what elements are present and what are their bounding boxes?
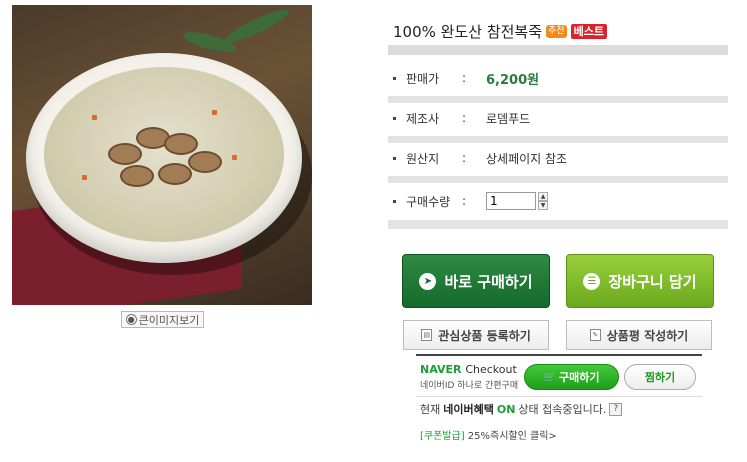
naver-benefit-status: 현재 네이버혜택 ON 상태 접속중입니다. ? [420,401,623,417]
manufacturer-row: 제조사 : 로뎀푸드 [393,108,723,128]
arrow-right-icon: ➤ [419,272,437,290]
buy-now-label: 바로 구매하기 [444,272,533,291]
quantity-stepper[interactable]: ▲ ▼ [538,192,548,210]
zoom-image-button[interactable]: ● 큰이미지보기 [121,311,204,328]
cart-icon: 🛒 [543,371,556,383]
cart-icon: ☰ [583,272,601,290]
add-wishlist-button[interactable]: ▤ 관심상품 등록하기 [403,320,549,350]
benefit-on-icon: ON [496,402,516,416]
naver-checkout-subtitle: 네이버ID 하나로 간편구매 [420,381,519,391]
recommend-badge: 추천 [546,24,567,38]
origin-row: 원산지 : 상세페이지 참조 [393,148,723,168]
naver-checkout-logo: NAVER Checkout [420,363,517,376]
add-to-cart-button[interactable]: ☰ 장바구니 담기 [566,254,714,308]
divider [388,136,728,143]
naver-wish-button[interactable]: 찜하기 [624,364,696,390]
price-value: 6,200원 [486,72,540,88]
divider [416,354,702,356]
product-image [12,5,312,305]
product-title: 100% 완도산 참전복죽 [393,22,543,41]
bullet-icon [393,76,396,80]
document-icon: ▤ [421,329,433,341]
manufacturer-value: 로뎀푸드 [486,111,531,126]
price-row: 판매가 : 6,200원 [393,68,723,88]
quantity-row: 구매수량 : ▲ ▼ [393,191,723,211]
write-review-label: 상품평 작성하기 [606,328,689,343]
quantity-input[interactable] [486,192,536,210]
divider [388,45,728,55]
origin-value: 상세페이지 참조 [486,151,568,166]
buy-now-button[interactable]: ➤ 바로 구매하기 [402,254,550,308]
naver-buy-button[interactable]: 🛒 구매하기 [524,364,619,390]
bullet-icon [393,156,396,160]
divider [388,176,728,183]
bullet-icon [393,199,396,203]
quantity-up-icon[interactable]: ▲ [538,192,548,201]
quantity-label: 구매수량 [406,194,451,209]
add-wishlist-label: 관심상품 등록하기 [438,328,531,343]
price-label: 판매가 [406,71,440,86]
help-icon[interactable]: ? [609,402,623,416]
product-title-row: 100% 완도산 참전복죽 추천 베스트 [393,20,607,42]
write-review-button[interactable]: ✎ 상품평 작성하기 [566,320,712,350]
pencil-icon: ✎ [589,329,601,341]
manufacturer-label: 제조사 [406,111,440,126]
add-to-cart-label: 장바구니 담기 [608,272,697,291]
best-badge: 베스트 [570,23,607,39]
zoom-image-label: 큰이미지보기 [138,313,200,327]
divider [416,396,702,397]
coupon-link[interactable]: [쿠폰발급] 25%즉시할인 클릭> [420,427,557,442]
porridge [44,67,284,242]
origin-label: 원산지 [406,151,440,166]
bullet-icon [393,116,396,120]
divider [388,96,728,103]
magnifier-pin-icon: ● [125,314,137,325]
quantity-down-icon[interactable]: ▼ [538,201,548,210]
divider [388,220,728,229]
